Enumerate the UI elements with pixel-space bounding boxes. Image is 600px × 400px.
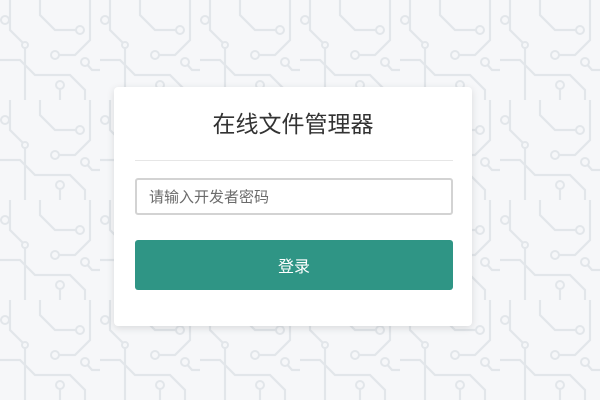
password-input[interactable]: [135, 178, 453, 215]
page-title: 在线文件管理器: [212, 112, 374, 138]
login-button[interactable]: 登录: [135, 240, 453, 290]
title-divider: [135, 160, 453, 161]
login-card: 在线文件管理器 登录: [114, 87, 472, 326]
